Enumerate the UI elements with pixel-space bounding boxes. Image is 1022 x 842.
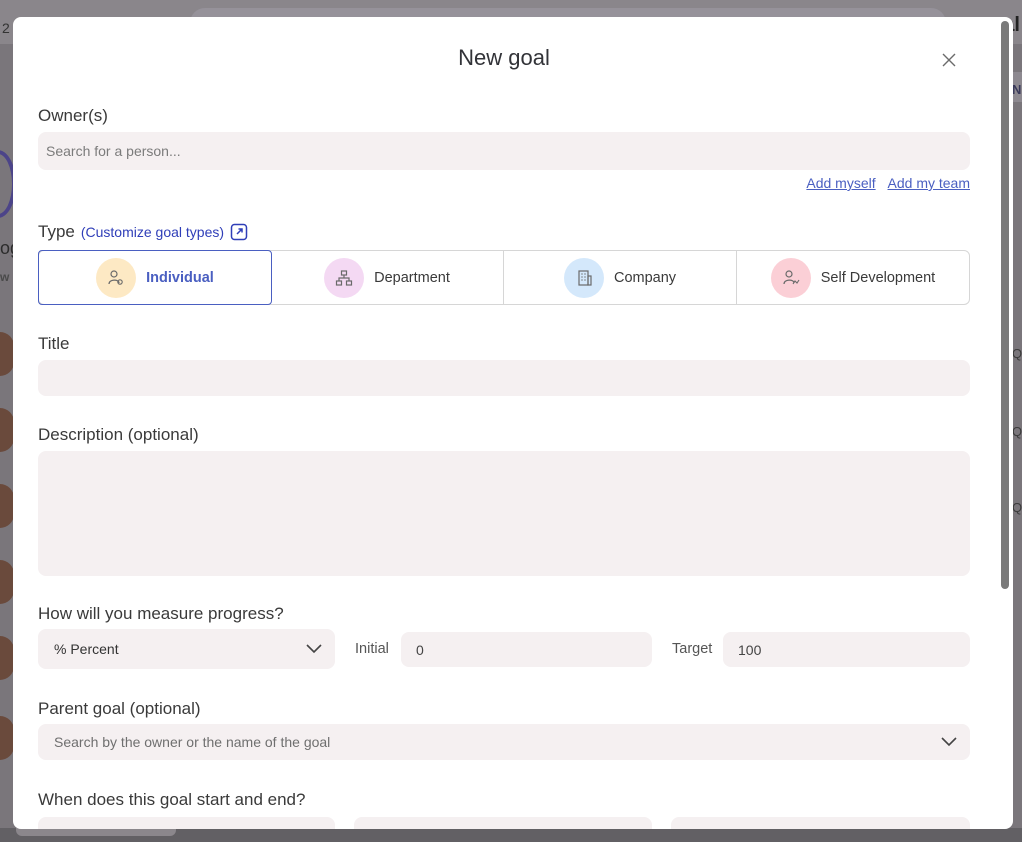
background-text: N: [1012, 82, 1022, 97]
chevron-down-icon: [940, 734, 958, 750]
background-fragment: 2: [2, 20, 10, 36]
background-text: Q: [1012, 500, 1022, 515]
building-icon: [563, 257, 604, 298]
background-text: Q: [1012, 346, 1022, 361]
background-text: Q: [1012, 424, 1022, 439]
type-option-label: Self Development: [820, 269, 936, 286]
avatar: [0, 484, 14, 528]
owners-search-field[interactable]: [38, 132, 970, 170]
type-label-row: Type (Customize goal types): [38, 222, 248, 242]
owners-label: Owner(s): [38, 106, 108, 125]
type-label: Type: [38, 222, 75, 241]
external-link-icon[interactable]: [230, 223, 248, 241]
new-goal-dialog: New goal Owner(s) Add myself Add my team…: [13, 17, 1013, 829]
type-option-label: Department: [374, 269, 450, 286]
person-growth-icon: [770, 257, 811, 298]
start-date-field[interactable]: [354, 817, 652, 829]
measure-unit-select[interactable]: % Percent: [38, 629, 335, 669]
avatar: [0, 636, 14, 680]
type-option-individual[interactable]: Individual: [38, 250, 272, 305]
description-label: Description (optional): [38, 425, 199, 444]
background-chip: [16, 828, 176, 836]
parent-goal-placeholder: Search by the owner or the name of the g…: [54, 734, 331, 750]
title-label: Title: [38, 334, 70, 353]
avatar: [0, 716, 14, 760]
avatar: [0, 560, 14, 604]
title-input[interactable]: [38, 370, 970, 386]
goal-type-selector: Individual Department Company Self Devel…: [38, 250, 970, 305]
description-textarea[interactable]: [38, 451, 970, 576]
type-option-label: Company: [613, 269, 677, 286]
type-option-company[interactable]: Company: [504, 251, 737, 304]
type-option-department[interactable]: Department: [271, 251, 504, 304]
background-bottom: [0, 828, 1022, 842]
parent-goal-select[interactable]: Search by the owner or the name of the g…: [38, 724, 970, 760]
org-chart-icon: [324, 257, 365, 298]
owner-quick-links: Add myself Add my team: [798, 175, 970, 191]
target-input[interactable]: [723, 641, 970, 658]
type-option-label: Individual: [146, 269, 214, 286]
end-date-field[interactable]: [671, 817, 970, 829]
chevron-down-icon: [305, 641, 323, 657]
target-field[interactable]: [723, 632, 970, 667]
type-option-self-development[interactable]: Self Development: [737, 251, 969, 304]
measure-progress-label: How will you measure progress?: [38, 604, 284, 623]
date-field[interactable]: [38, 817, 335, 829]
avatar: [0, 408, 14, 452]
avatar: [0, 332, 14, 376]
close-icon: [942, 53, 956, 72]
initial-field[interactable]: [401, 632, 652, 667]
parent-goal-label: Parent goal (optional): [38, 699, 201, 718]
dialog-title: New goal: [458, 45, 550, 70]
add-my-team-link[interactable]: Add my team: [888, 175, 970, 191]
title-field[interactable]: [38, 360, 970, 396]
person-icon: [96, 257, 137, 298]
target-label: Target: [672, 641, 713, 657]
measure-unit-value: % Percent: [54, 641, 119, 657]
owners-search-input[interactable]: [38, 143, 970, 159]
initial-input[interactable]: [401, 641, 652, 658]
customize-goal-types-link[interactable]: (Customize goal types): [81, 224, 224, 240]
initial-label: Initial: [355, 641, 389, 657]
close-button[interactable]: [939, 52, 959, 72]
scrollbar[interactable]: [1001, 21, 1009, 589]
background-text: w: [0, 270, 10, 284]
add-myself-link[interactable]: Add myself: [806, 175, 875, 191]
dates-label: When does this goal start and end?: [38, 790, 306, 809]
